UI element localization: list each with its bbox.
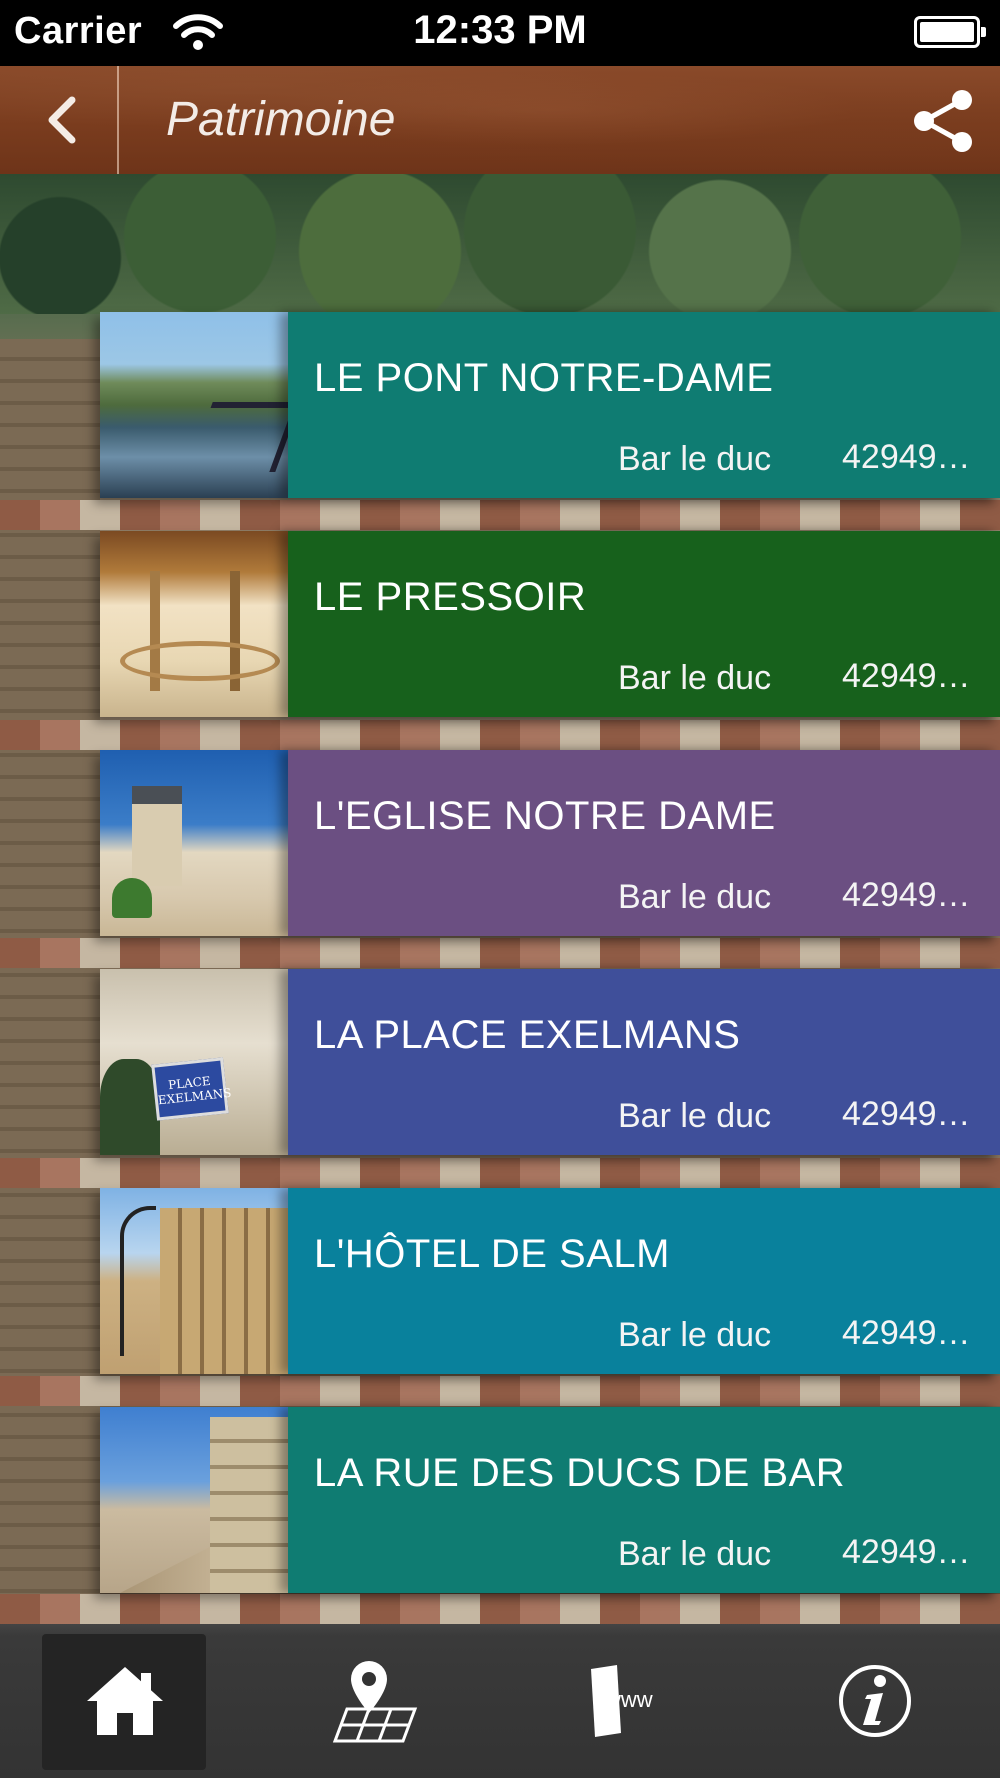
item-city: Bar le duc	[618, 440, 772, 478]
item-panel: L'HÔTEL DE SALM Bar le duc 42949…	[288, 1188, 1000, 1374]
roof-strip	[0, 1376, 1000, 1406]
www-icon: www	[591, 1665, 653, 1737]
info-icon	[839, 1665, 911, 1737]
tab-info[interactable]	[750, 1624, 1000, 1778]
thumbnail-image	[100, 1407, 288, 1593]
list-item[interactable]: L'HÔTEL DE SALM Bar le duc 42949…	[100, 1188, 1000, 1374]
item-phone: 42949…	[842, 438, 971, 476]
thumbnail-image	[100, 312, 288, 498]
tab-home[interactable]	[0, 1624, 250, 1778]
item-title: LE PRESSOIR	[314, 575, 587, 619]
page-title: Patrimoine	[166, 93, 396, 146]
item-panel: L'EGLISE NOTRE DAME Bar le duc 42949…	[288, 750, 1000, 936]
thumbnail-image	[100, 750, 288, 936]
item-city: Bar le duc	[618, 878, 772, 916]
item-title: LA RUE DES DUCS DE BAR	[314, 1451, 846, 1495]
roof-strip	[0, 500, 1000, 530]
nav-header: Patrimoine	[0, 66, 1000, 174]
item-phone: 42949…	[842, 876, 971, 914]
map-pin-icon	[332, 1661, 418, 1743]
list-item[interactable]: LE PONT NOTRE-DAME Bar le duc 42949…	[100, 312, 1000, 498]
roof-strip	[0, 1594, 1000, 1624]
trees-background	[0, 174, 1000, 314]
home-icon	[87, 1667, 163, 1735]
item-title: LA PLACE EXELMANS	[314, 1013, 741, 1057]
tab-bar: www	[0, 1624, 1000, 1778]
item-title: L'EGLISE NOTRE DAME	[314, 794, 776, 838]
roof-strip	[0, 1158, 1000, 1188]
item-city: Bar le duc	[618, 1316, 772, 1354]
item-panel: LE PRESSOIR Bar le duc 42949…	[288, 531, 1000, 717]
status-bar: Carrier 12:33 PM	[0, 0, 1000, 66]
thumbnail-image: PLACE EXELMANS	[100, 969, 288, 1155]
thumbnail-image	[100, 1188, 288, 1374]
status-time: 12:33 PM	[413, 8, 587, 52]
place-sign: PLACE EXELMANS	[151, 1057, 232, 1121]
back-button[interactable]	[0, 66, 118, 174]
tab-web[interactable]: www	[500, 1624, 750, 1778]
item-phone: 42949…	[842, 657, 971, 695]
nav-divider	[117, 66, 119, 174]
item-panel: LE PONT NOTRE-DAME Bar le duc 42949…	[288, 312, 1000, 498]
list-item[interactable]: L'EGLISE NOTRE DAME Bar le duc 42949…	[100, 750, 1000, 936]
stone-wall	[0, 339, 100, 1624]
item-phone: 42949…	[842, 1533, 971, 1571]
item-city: Bar le duc	[618, 1097, 772, 1135]
list-item[interactable]: LA RUE DES DUCS DE BAR Bar le duc 42949…	[100, 1407, 1000, 1593]
item-title: LE PONT NOTRE-DAME	[314, 356, 774, 400]
chevron-left-icon	[48, 96, 76, 144]
item-title: L'HÔTEL DE SALM	[314, 1232, 670, 1276]
item-city: Bar le duc	[618, 1535, 772, 1573]
share-icon[interactable]	[908, 88, 978, 154]
svg-text:www: www	[604, 1687, 653, 1712]
tab-map[interactable]	[250, 1624, 500, 1778]
item-city: Bar le duc	[618, 659, 772, 697]
list-item[interactable]: LE PRESSOIR Bar le duc 42949…	[100, 531, 1000, 717]
item-panel: LA RUE DES DUCS DE BAR Bar le duc 42949…	[288, 1407, 1000, 1593]
battery-icon	[914, 16, 986, 48]
item-panel: LA PLACE EXELMANS Bar le duc 42949…	[288, 969, 1000, 1155]
list-item[interactable]: PLACE EXELMANS LA PLACE EXELMANS Bar le …	[100, 969, 1000, 1155]
roof-strip	[0, 938, 1000, 968]
thumbnail-image	[100, 531, 288, 717]
roof-strip	[0, 720, 1000, 750]
item-phone: 42949…	[842, 1314, 971, 1352]
item-phone: 42949…	[842, 1095, 971, 1133]
